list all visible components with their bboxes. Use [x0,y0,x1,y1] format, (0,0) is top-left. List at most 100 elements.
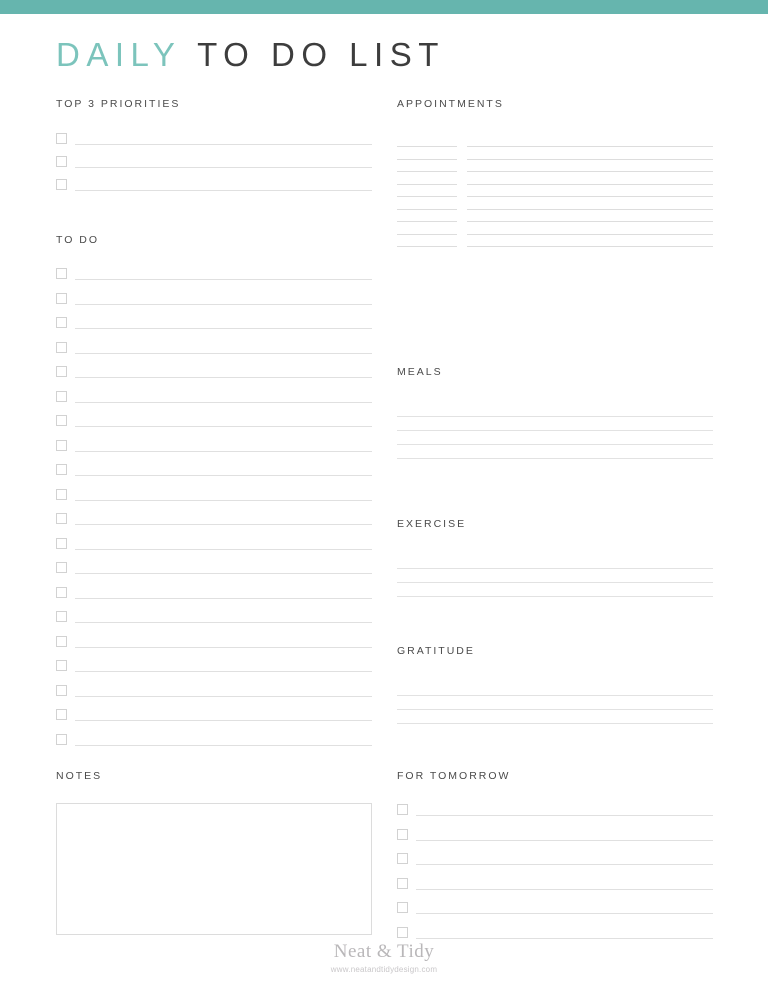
write-in-line[interactable] [416,913,713,914]
appointment-row[interactable] [397,246,713,247]
checkbox-icon[interactable] [56,415,67,426]
checklist-row[interactable] [56,464,372,476]
write-in-line[interactable] [75,144,372,145]
write-in-line[interactable] [75,352,372,354]
write-in-line[interactable] [75,671,372,672]
checkbox-icon[interactable] [56,562,67,573]
checklist-row[interactable] [56,611,372,623]
write-in-line[interactable] [397,582,713,583]
write-in-line[interactable] [416,839,713,841]
checkbox-icon[interactable] [56,709,67,720]
appointment-detail-line[interactable] [467,246,713,247]
checkbox-icon[interactable] [397,902,408,913]
appointment-detail-line[interactable] [467,171,713,172]
appointment-detail-line[interactable] [467,158,713,160]
write-in-line[interactable] [75,695,372,697]
checkbox-icon[interactable] [56,733,67,745]
checkbox-icon[interactable] [56,635,67,647]
appointment-time-line[interactable] [397,146,457,147]
checkbox-icon[interactable] [397,804,408,815]
checkbox-icon[interactable] [56,586,67,598]
checkbox-icon[interactable] [397,828,408,840]
checklist-row[interactable] [56,317,372,329]
appointment-time-line[interactable] [397,246,457,247]
appointment-row[interactable] [397,233,713,235]
checkbox-icon[interactable] [56,611,67,622]
checkbox-icon[interactable] [56,133,67,144]
write-in-line[interactable] [397,458,713,459]
checklist-row[interactable] [56,156,372,168]
checkbox-icon[interactable] [56,156,67,167]
appointment-detail-line[interactable] [467,208,713,210]
appointment-detail-line[interactable] [467,146,713,147]
write-in-line[interactable] [397,444,713,445]
checkbox-icon[interactable] [56,268,67,279]
checklist-row[interactable] [56,635,372,648]
checkbox-icon[interactable] [56,390,67,402]
appointment-detail-line[interactable] [467,196,713,197]
appointment-row[interactable] [397,183,713,185]
write-in-line[interactable] [75,401,372,403]
appointment-time-line[interactable] [397,171,457,172]
write-in-line[interactable] [75,622,372,623]
checklist-row[interactable] [56,366,372,378]
checklist-row[interactable] [56,133,372,145]
checkbox-icon[interactable] [56,684,67,696]
checkbox-icon[interactable] [56,660,67,671]
appointment-row[interactable] [397,196,713,197]
write-in-line[interactable] [75,426,372,427]
write-in-line[interactable] [75,597,372,599]
appointment-detail-line[interactable] [467,221,713,222]
checklist-row[interactable] [56,513,372,525]
write-in-line[interactable] [397,430,713,431]
checkbox-icon[interactable] [397,877,408,889]
checkbox-icon[interactable] [56,366,67,377]
checkbox-icon[interactable] [397,853,408,864]
checklist-row[interactable] [56,537,372,550]
write-in-line[interactable] [416,815,713,816]
write-in-line[interactable] [75,646,372,648]
checklist-row[interactable] [56,586,372,599]
write-in-line[interactable] [75,450,372,452]
appointment-time-line[interactable] [397,233,457,235]
appointment-detail-line[interactable] [467,233,713,235]
appointment-time-line[interactable] [397,221,457,222]
appointment-row[interactable] [397,158,713,160]
appointment-row[interactable] [397,146,713,147]
write-in-line[interactable] [75,720,372,721]
checklist-row[interactable] [56,684,372,697]
checklist-row[interactable] [397,804,713,816]
write-in-line[interactable] [75,744,372,746]
appointment-row[interactable] [397,221,713,222]
write-in-line[interactable] [397,723,713,724]
write-in-line[interactable] [75,190,372,191]
write-in-line[interactable] [397,709,713,710]
appointment-row[interactable] [397,208,713,210]
checklist-row[interactable] [56,709,372,721]
checklist-row[interactable] [397,853,713,865]
write-in-line[interactable] [75,475,372,476]
write-in-line[interactable] [416,888,713,890]
checklist-row[interactable] [56,488,372,501]
appointment-time-line[interactable] [397,196,457,197]
appointment-time-line[interactable] [397,158,457,160]
write-in-line[interactable] [75,279,372,280]
write-in-line[interactable] [75,573,372,574]
checklist-row[interactable] [56,660,372,672]
checkbox-icon[interactable] [56,464,67,475]
write-in-line[interactable] [75,499,372,501]
checkbox-icon[interactable] [56,341,67,353]
checkbox-icon[interactable] [56,317,67,328]
write-in-line[interactable] [75,167,372,168]
checkbox-icon[interactable] [56,537,67,549]
checklist-row[interactable] [397,877,713,890]
checklist-row[interactable] [56,179,372,191]
appointment-row[interactable] [397,171,713,172]
write-in-line[interactable] [416,864,713,865]
write-in-line[interactable] [397,568,713,569]
checklist-row[interactable] [56,268,372,280]
checklist-row[interactable] [397,902,713,914]
checkbox-icon[interactable] [397,926,408,938]
checklist-row[interactable] [397,828,713,841]
write-in-line[interactable] [416,937,713,939]
